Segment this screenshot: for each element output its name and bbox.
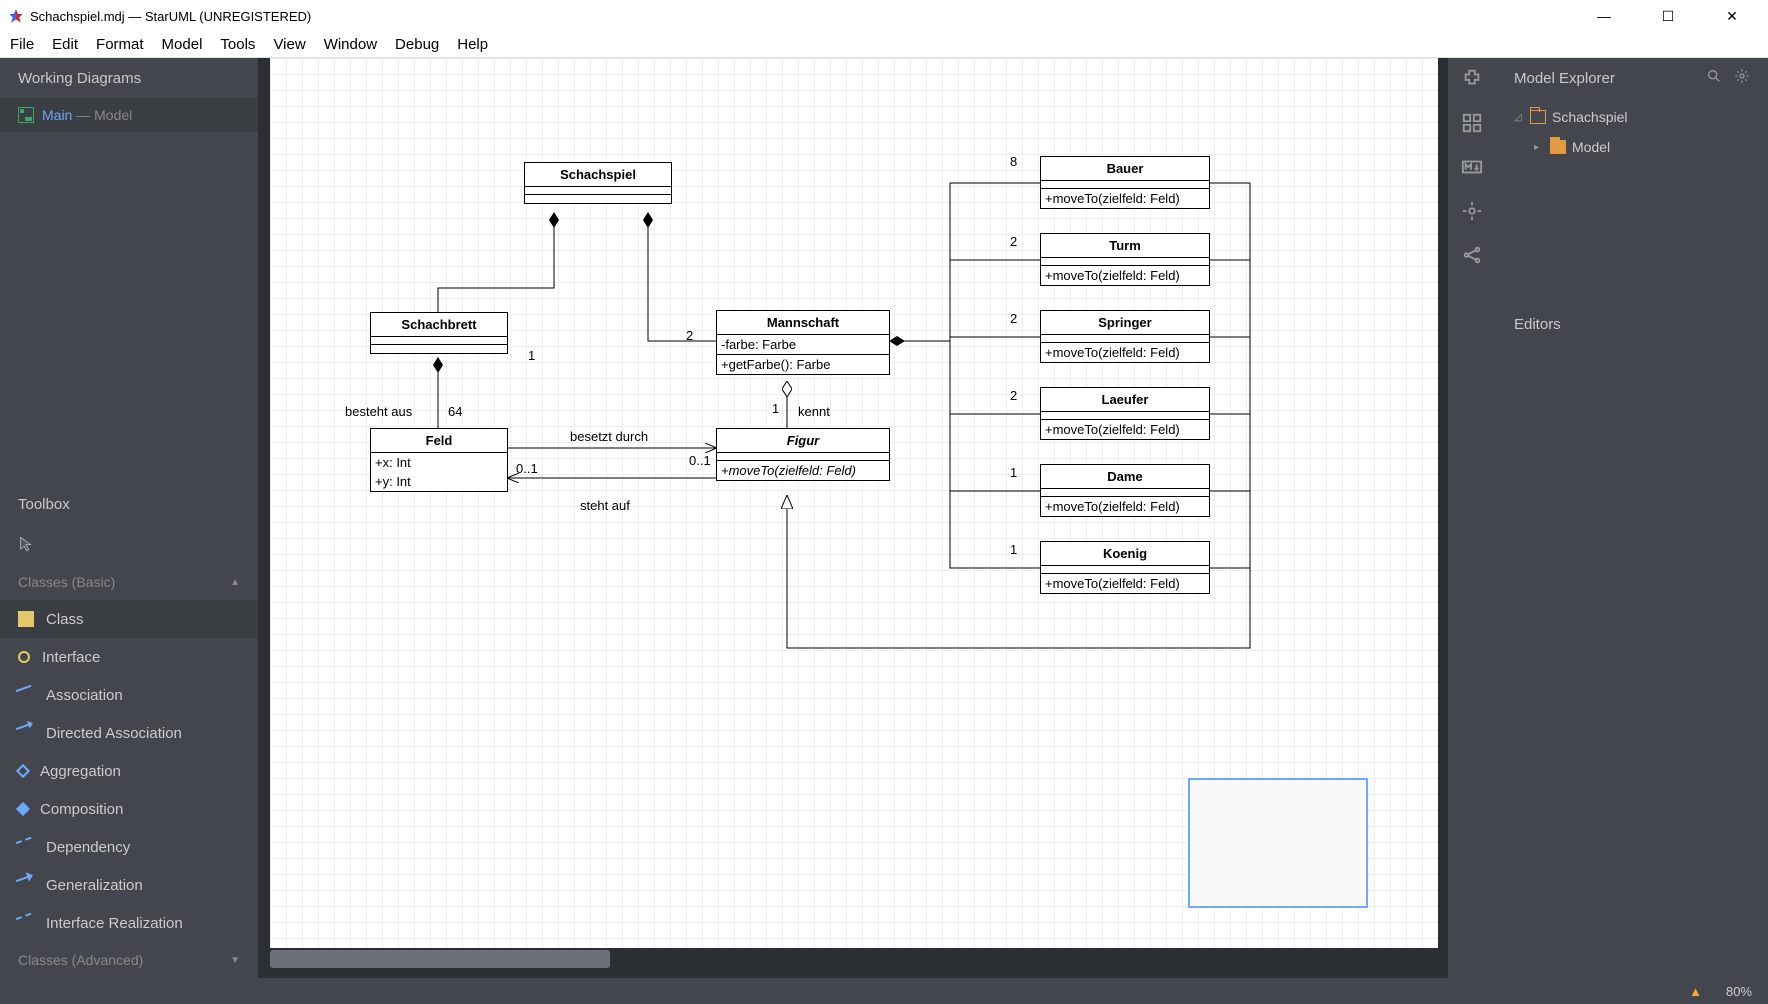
zoom-level[interactable]: 80% bbox=[1726, 984, 1752, 999]
statusbar: ▲ 80% bbox=[0, 978, 1768, 1004]
model-explorer-header: Model Explorer bbox=[1514, 70, 1615, 87]
menu-view[interactable]: View bbox=[273, 36, 305, 53]
class-icon bbox=[18, 611, 34, 627]
markdown-icon[interactable] bbox=[1461, 156, 1483, 178]
grid-icon[interactable] bbox=[1461, 112, 1483, 134]
share-icon[interactable] bbox=[1461, 244, 1483, 266]
right-panel: Model Explorer ◿ Schachspiel ▸ Model Edi… bbox=[1496, 58, 1768, 978]
class-schachspiel[interactable]: Schachspiel bbox=[524, 162, 672, 204]
working-diagrams-header: Working Diagrams bbox=[0, 58, 258, 98]
expand-icon[interactable]: ◿ bbox=[1514, 112, 1524, 123]
toolbox-section-basic[interactable]: Classes (Basic)▲ bbox=[0, 564, 258, 600]
tool-class[interactable]: Class bbox=[0, 600, 258, 638]
dependency-icon bbox=[16, 837, 37, 858]
assoc-label: besteht aus bbox=[345, 404, 412, 419]
class-schachbrett[interactable]: Schachbrett bbox=[370, 312, 508, 354]
right-iconbar bbox=[1448, 58, 1496, 978]
menu-format[interactable]: Format bbox=[96, 36, 144, 53]
search-icon[interactable] bbox=[1706, 68, 1722, 88]
class-laeufer[interactable]: Laeufer +moveTo(zielfeld: Feld) bbox=[1040, 387, 1210, 440]
tool-interface-realization[interactable]: Interface Realization bbox=[0, 904, 258, 942]
class-springer[interactable]: Springer +moveTo(zielfeld: Feld) bbox=[1040, 310, 1210, 363]
tool-aggregation[interactable]: Aggregation bbox=[0, 752, 258, 790]
tool-dependency[interactable]: Dependency bbox=[0, 828, 258, 866]
editors-header: Editors bbox=[1496, 306, 1768, 346]
class-dame[interactable]: Dame +moveTo(zielfeld: Feld) bbox=[1040, 464, 1210, 517]
menu-help[interactable]: Help bbox=[457, 36, 488, 53]
mult-label: 2 bbox=[1010, 311, 1017, 326]
gear-icon[interactable] bbox=[1734, 68, 1750, 88]
class-figur[interactable]: Figur +moveTo(zielfeld: Feld) bbox=[716, 428, 890, 481]
tool-composition[interactable]: Composition bbox=[0, 790, 258, 828]
menu-file[interactable]: File bbox=[10, 36, 34, 53]
diagram-icon bbox=[18, 107, 34, 123]
center-icon[interactable] bbox=[1461, 200, 1483, 222]
menu-tools[interactable]: Tools bbox=[220, 36, 255, 53]
chevron-down-icon: ▼ bbox=[230, 955, 240, 966]
mult-label: 1 bbox=[1010, 542, 1017, 557]
menu-edit[interactable]: Edit bbox=[52, 36, 78, 53]
tool-association[interactable]: Association bbox=[0, 676, 258, 714]
tool-directed-association[interactable]: Directed Association bbox=[0, 714, 258, 752]
chevron-up-icon: ▲ bbox=[230, 577, 240, 588]
mult-label: 0..1 bbox=[689, 453, 711, 468]
aggregation-icon bbox=[16, 764, 30, 778]
interface-realization-icon bbox=[16, 913, 37, 934]
horizontal-scrollbar[interactable] bbox=[270, 950, 610, 968]
toolbox-header: Toolbox bbox=[0, 484, 258, 524]
warning-icon[interactable]: ▲ bbox=[1689, 984, 1702, 999]
close-button[interactable]: ✕ bbox=[1712, 8, 1752, 25]
class-koenig[interactable]: Koenig +moveTo(zielfeld: Feld) bbox=[1040, 541, 1210, 594]
interface-icon bbox=[18, 651, 30, 663]
extension-icon[interactable] bbox=[1461, 68, 1483, 90]
directed-association-icon bbox=[16, 723, 37, 744]
menubar: File Edit Format Model Tools View Window… bbox=[0, 32, 1768, 58]
model-icon bbox=[1550, 140, 1566, 154]
tree-model[interactable]: ▸ Model bbox=[1496, 132, 1768, 162]
generalization-icon bbox=[16, 875, 37, 896]
class-feld[interactable]: Feld +x: Int+y: Int bbox=[370, 428, 508, 492]
model-tree: ◿ Schachspiel ▸ Model bbox=[1496, 98, 1768, 166]
mult-label: 0..1 bbox=[516, 461, 538, 476]
titlebar: Schachspiel.mdj — StarUML (UNREGISTERED)… bbox=[0, 0, 1768, 32]
mult-label: 8 bbox=[1010, 154, 1017, 169]
diagram-canvas[interactable]: Schachspiel Schachbrett Mannschaft -farb… bbox=[270, 58, 1438, 948]
tree-root[interactable]: ◿ Schachspiel bbox=[1496, 102, 1768, 132]
mult-label: 2 bbox=[686, 328, 693, 343]
left-panel: Working Diagrams Main — Model Toolbox Cl… bbox=[0, 58, 258, 978]
app-logo-icon bbox=[8, 8, 24, 24]
tool-interface[interactable]: Interface bbox=[0, 638, 258, 676]
title-text: Schachspiel.mdj — StarUML (UNREGISTERED) bbox=[30, 9, 311, 24]
working-diagram-name: Main bbox=[42, 107, 72, 123]
menu-model[interactable]: Model bbox=[162, 36, 203, 53]
minimap[interactable] bbox=[1188, 778, 1368, 908]
canvas-wrap: Schachspiel Schachbrett Mannschaft -farb… bbox=[258, 58, 1496, 978]
cursor-icon bbox=[18, 536, 34, 552]
tool-generalization[interactable]: Generalization bbox=[0, 866, 258, 904]
expand-icon[interactable]: ▸ bbox=[1534, 142, 1544, 153]
mult-label: 1 bbox=[1010, 465, 1017, 480]
composition-icon bbox=[16, 802, 30, 816]
class-turm[interactable]: Turm +moveTo(zielfeld: Feld) bbox=[1040, 233, 1210, 286]
assoc-label: besetzt durch bbox=[570, 429, 648, 444]
mult-label: 64 bbox=[448, 404, 462, 419]
maximize-button[interactable]: ☐ bbox=[1648, 8, 1688, 25]
class-bauer[interactable]: Bauer +moveTo(zielfeld: Feld) bbox=[1040, 156, 1210, 209]
class-mannschaft[interactable]: Mannschaft -farbe: Farbe +getFarbe(): Fa… bbox=[716, 310, 890, 375]
package-icon bbox=[1530, 110, 1546, 124]
assoc-label: kennt bbox=[798, 404, 830, 419]
assoc-label: steht auf bbox=[580, 498, 630, 513]
mult-label: 2 bbox=[1010, 388, 1017, 403]
association-icon bbox=[16, 685, 37, 706]
menu-debug[interactable]: Debug bbox=[395, 36, 439, 53]
working-diagram-item[interactable]: Main — Model bbox=[0, 98, 258, 132]
mult-label: 1 bbox=[772, 401, 779, 416]
tool-select[interactable] bbox=[0, 524, 258, 564]
menu-window[interactable]: Window bbox=[324, 36, 377, 53]
mult-label: 2 bbox=[1010, 234, 1017, 249]
minimize-button[interactable]: — bbox=[1584, 8, 1624, 25]
toolbox-section-advanced[interactable]: Classes (Advanced)▼ bbox=[0, 942, 258, 978]
mult-label: 1 bbox=[528, 348, 535, 363]
